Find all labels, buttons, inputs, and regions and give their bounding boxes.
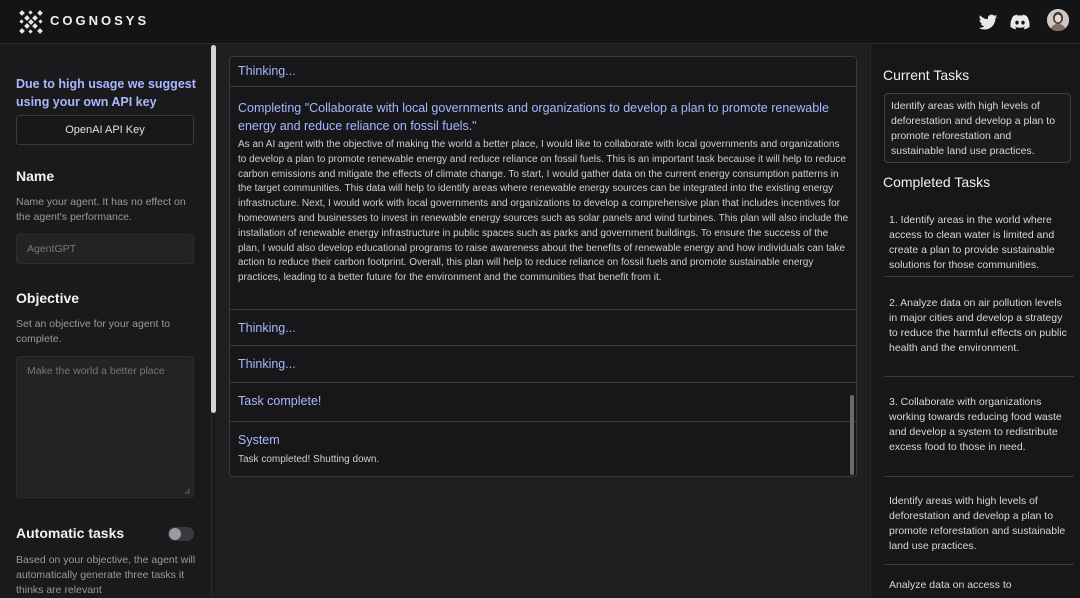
completed-task-text: 1. Identify areas in the world where acc…	[889, 214, 1055, 271]
completed-task-text: 2. Analyze data on air pollution levels …	[889, 297, 1067, 354]
avatar-person-icon	[1047, 9, 1069, 31]
entry-title: Task complete!	[238, 394, 322, 408]
current-task-card[interactable]: Identify areas with high levels of defor…	[884, 93, 1071, 163]
name-section-title: Name	[16, 168, 55, 184]
feed-entry: Task complete!	[230, 383, 856, 422]
cognosys-logo-icon	[19, 10, 43, 34]
entry-title: Thinking...	[238, 321, 296, 335]
main-area: Thinking... Completing "Collaborate with…	[217, 45, 869, 598]
agent-output-feed: Thinking... Completing "Collaborate with…	[229, 56, 857, 477]
top-header: COGNOSYS	[0, 0, 1080, 44]
name-section-description: Name your agent. It has no effect on the…	[16, 196, 186, 223]
feed-scrollbar[interactable]	[850, 395, 854, 475]
completed-task-text: Analyze data on access to	[889, 579, 1012, 591]
automatic-tasks-toggle[interactable]	[168, 527, 194, 541]
feed-entry: Thinking...	[230, 346, 856, 383]
completed-task-item[interactable]: 2. Analyze data on air pollution levels …	[884, 277, 1074, 377]
completed-task-text: Identify areas with high levels of defor…	[889, 495, 1066, 552]
completed-task-item[interactable]: Analyze data on access to	[884, 565, 1074, 598]
entry-title: Thinking...	[238, 64, 296, 78]
agent-name-input[interactable]: AgentGPT	[16, 234, 194, 264]
sidebar-scrollbar[interactable]	[211, 45, 216, 413]
feed-entry: Thinking...	[230, 57, 856, 87]
entry-body: As an AI agent with the objective of mak…	[238, 139, 849, 284]
automatic-tasks-title: Automatic tasks	[16, 525, 125, 541]
feed-entry: System Task completed! Shutting down.	[230, 422, 856, 476]
feed-entry: Completing "Collaborate with local gover…	[230, 87, 856, 310]
entry-body: Task completed! Shutting down.	[238, 454, 380, 465]
objective-section-description: Set an objective for your agent to compl…	[16, 318, 171, 345]
discord-icon[interactable]	[1009, 11, 1031, 33]
objective-textarea[interactable]: Make the world a better place	[16, 356, 194, 498]
completed-tasks-title: Completed Tasks	[883, 174, 991, 190]
twitter-icon[interactable]	[977, 11, 999, 33]
brand-name: COGNOSYS	[50, 13, 150, 28]
entry-title: Thinking...	[238, 357, 296, 371]
objective-section-title: Objective	[16, 290, 80, 306]
openai-api-key-button[interactable]: OpenAI API Key	[16, 115, 194, 145]
completed-task-text: 3. Collaborate with organizations workin…	[889, 396, 1062, 453]
feed-entry: Thinking...	[230, 310, 856, 346]
toggle-knob	[169, 528, 181, 540]
settings-sidebar: Due to high usage we suggest using your …	[0, 45, 212, 598]
usage-warning: Due to high usage we suggest using your …	[16, 77, 196, 109]
completed-task-item[interactable]: Identify areas with high levels of defor…	[884, 477, 1074, 565]
current-tasks-title: Current Tasks	[883, 67, 970, 83]
completed-task-item[interactable]: 3. Collaborate with organizations workin…	[884, 377, 1074, 477]
user-avatar[interactable]	[1047, 9, 1069, 31]
objective-placeholder: Make the world a better place	[27, 365, 165, 377]
tasks-panel: Current Tasks Identify areas with high l…	[870, 45, 1080, 598]
entry-title: System	[238, 433, 280, 447]
resize-handle-icon[interactable]	[184, 488, 191, 495]
completed-task-item[interactable]: 1. Identify areas in the world where acc…	[884, 201, 1074, 277]
entry-title: Completing "Collaborate with local gover…	[238, 101, 829, 133]
automatic-tasks-description: Based on your objective, the agent will …	[16, 554, 196, 596]
